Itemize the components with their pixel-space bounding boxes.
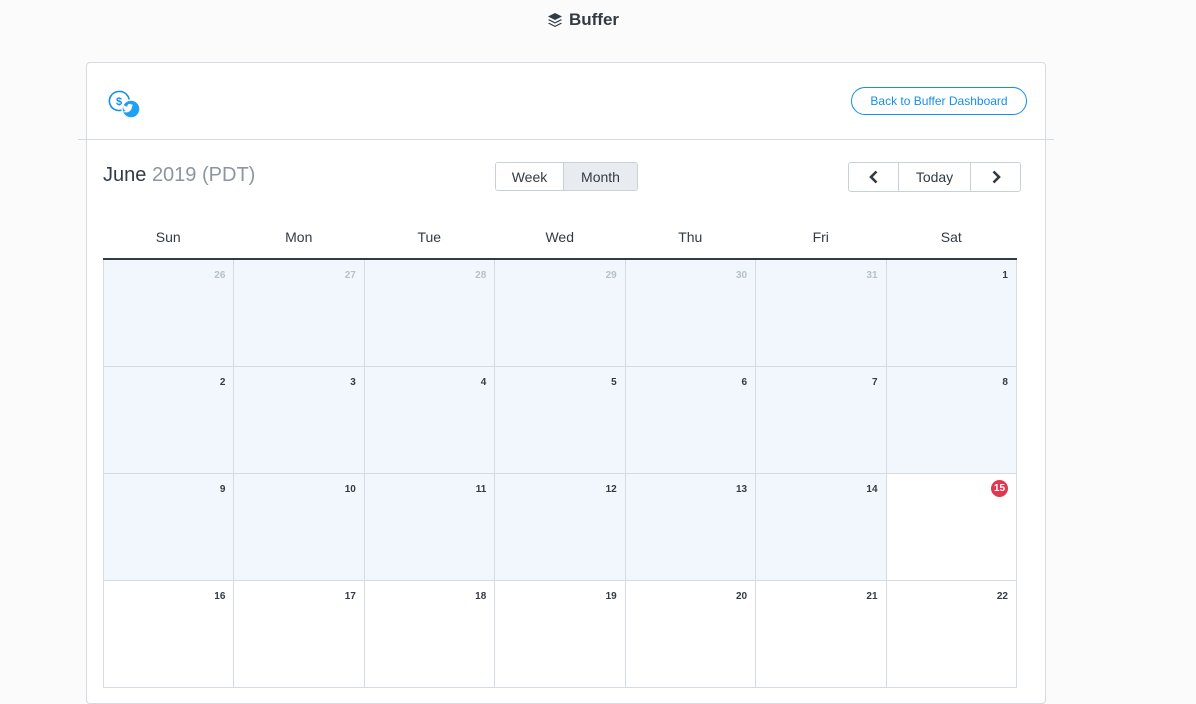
chevron-right-icon <box>992 170 1001 184</box>
day-number: 17 <box>344 591 356 602</box>
view-toggle: Week Month <box>495 162 638 191</box>
day-number: 26 <box>214 270 226 281</box>
calendar-day[interactable]: 12 <box>495 474 626 581</box>
day-number: 9 <box>219 484 226 495</box>
timezone-label: (PDT) <box>202 164 256 186</box>
calendar-week-row: 2 3 4 5 6 7 8 <box>104 367 1017 474</box>
svg-text:$: $ <box>116 96 122 108</box>
calendar-day[interactable]: 7 <box>756 367 887 474</box>
day-number: 7 <box>871 377 878 388</box>
calendar-day[interactable]: 11 <box>364 474 496 581</box>
day-number: 22 <box>996 591 1008 602</box>
calendar-day[interactable]: 6 <box>625 367 757 474</box>
calendar-day[interactable]: 18 <box>364 581 496 688</box>
day-number: 20 <box>735 591 748 602</box>
calendar-day[interactable]: 22 <box>886 581 1017 688</box>
buffer-logo[interactable]: Buffer <box>547 10 619 30</box>
month-title: June 2019 (PDT) <box>103 164 255 187</box>
date-navigation: Today <box>848 162 1021 192</box>
day-number: 30 <box>735 270 748 281</box>
day-number: 19 <box>605 591 617 602</box>
day-number: 14 <box>866 484 878 495</box>
today-button[interactable]: Today <box>899 163 971 191</box>
calendar-week-row: 9 10 11 12 13 14 15 <box>104 474 1017 581</box>
calendar-week-row: 16 17 18 19 20 21 22 <box>104 581 1017 688</box>
day-number: 21 <box>866 591 878 602</box>
calendar-week-row: 26 27 28 29 30 31 1 <box>104 260 1017 367</box>
day-number: 5 <box>611 377 617 388</box>
buffer-stack-icon <box>547 13 562 27</box>
day-number: 15 <box>990 480 1008 497</box>
weekday-label: Mon <box>285 229 313 245</box>
back-to-dashboard-button[interactable]: Back to Buffer Dashboard <box>851 87 1027 115</box>
calendar-day[interactable]: 14 <box>756 474 887 581</box>
weekday-header: Sun Mon Tue Wed Thu Fri Sat <box>103 224 1017 260</box>
header-divider <box>78 139 1054 140</box>
next-month-button[interactable] <box>971 163 1020 191</box>
day-number: 11 <box>475 484 487 495</box>
calendar-day[interactable]: 30 <box>625 260 757 367</box>
calendar-day[interactable]: 2 <box>104 367 235 474</box>
calendar-day[interactable]: 16 <box>104 581 235 688</box>
calendar-day[interactable]: 19 <box>495 581 626 688</box>
day-number: 28 <box>475 270 487 281</box>
weekday-label: Tue <box>417 229 442 245</box>
calendar-day[interactable]: 31 <box>756 260 887 367</box>
calendar-day[interactable]: 4 <box>364 367 496 474</box>
calendar-day[interactable]: 26 <box>104 260 235 367</box>
day-number: 10 <box>344 484 356 495</box>
day-number: 2 <box>219 377 226 388</box>
twitter-profile-icon[interactable]: $ <box>108 90 142 120</box>
day-number: 8 <box>1002 377 1008 388</box>
calendar-day-today[interactable]: 15 <box>886 474 1017 581</box>
calendar-day[interactable]: 13 <box>625 474 757 581</box>
day-number: 18 <box>475 591 487 602</box>
calendar-day[interactable]: 28 <box>364 260 496 367</box>
day-number: 3 <box>350 377 356 388</box>
month-view-button[interactable]: Month <box>564 163 637 190</box>
calendar-day[interactable]: 20 <box>625 581 757 688</box>
app-name: Buffer <box>568 10 620 29</box>
calendar-day[interactable]: 3 <box>234 367 365 474</box>
day-number: 29 <box>605 270 617 281</box>
calendar-day[interactable]: 17 <box>234 581 365 688</box>
day-number: 27 <box>344 270 356 281</box>
year-label: 2019 <box>151 164 197 186</box>
day-number: 31 <box>866 270 878 281</box>
chevron-left-icon <box>868 170 877 184</box>
calendar-day[interactable]: 9 <box>104 474 235 581</box>
day-number: 4 <box>480 377 487 388</box>
calendar-day[interactable]: 29 <box>495 260 626 367</box>
day-number: 16 <box>214 591 226 602</box>
weekday-label: Sat <box>940 229 962 245</box>
calendar-day[interactable]: 5 <box>495 367 626 474</box>
day-number: 1 <box>1002 270 1008 281</box>
week-view-button[interactable]: Week <box>496 163 564 190</box>
calendar-day[interactable]: 10 <box>234 474 365 581</box>
calendar-day[interactable]: 21 <box>756 581 887 688</box>
weekday-label: Thu <box>678 229 703 245</box>
top-bar: Buffer <box>0 0 1196 40</box>
calendar-day[interactable]: 27 <box>234 260 365 367</box>
calendar-day[interactable]: 1 <box>886 260 1017 367</box>
day-number: 13 <box>735 484 748 495</box>
day-number: 6 <box>741 377 748 388</box>
month-name: June <box>103 164 147 186</box>
weekday-label: Fri <box>812 229 829 245</box>
weekday-label: Sun <box>155 229 181 245</box>
day-number: 12 <box>605 484 617 495</box>
calendar-grid: 26 27 28 29 30 31 1 2 3 4 5 6 7 8 9 10 11 12 13 14 15 16 17 18 1… <box>103 260 1017 688</box>
calendar-day[interactable]: 8 <box>886 367 1017 474</box>
previous-month-button[interactable] <box>849 163 899 191</box>
weekday-label: Wed <box>545 229 575 245</box>
